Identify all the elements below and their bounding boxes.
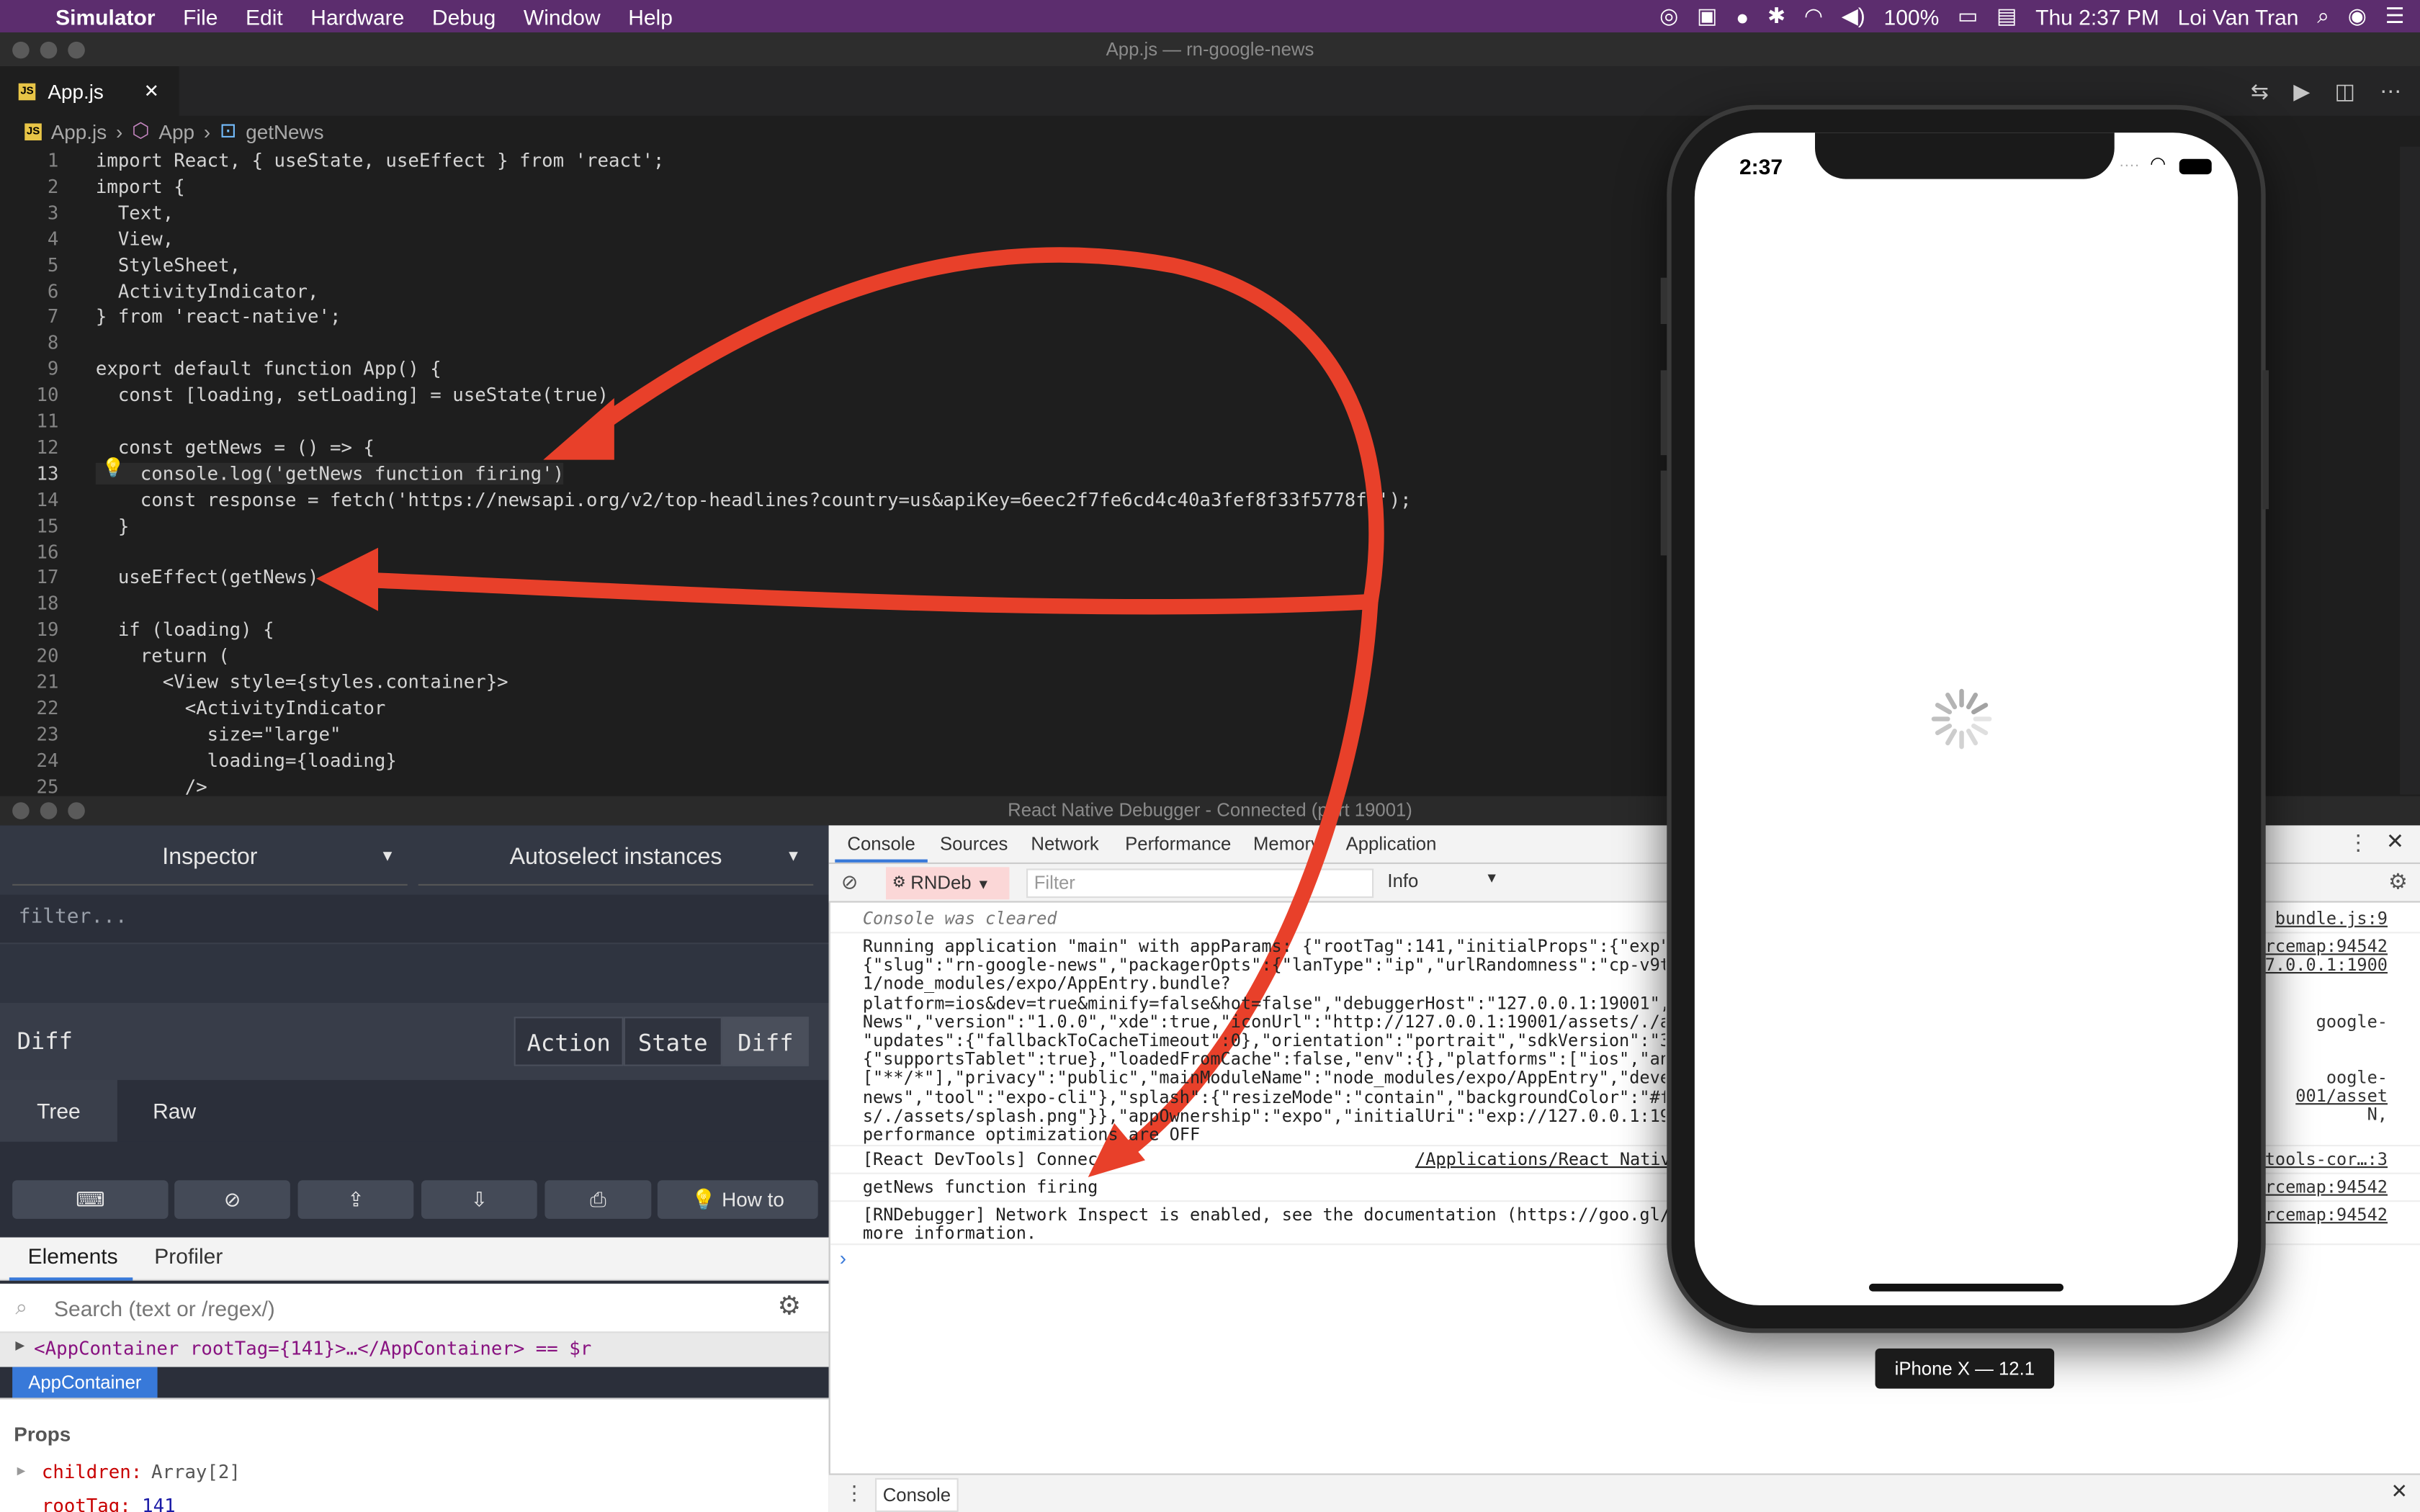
console-line: s/./assets/splash.png"}},"appOwnership":… — [862, 1105, 1666, 1126]
arrow-to-console-log — [578, 247, 1384, 610]
arrow-head-icon — [543, 397, 614, 460]
console-line: {"slug":"rn-google-news","packagerOpts":… — [862, 955, 1665, 976]
console-line: performance optimizations are OFF — [862, 1125, 1201, 1145]
console-line: 1/node_modules/expo/AppEntry.bundle? — [862, 973, 1231, 994]
annotation-arrows — [316, 247, 1384, 1177]
arrow-to-useeffect — [362, 572, 1379, 615]
console-line: news","tool":"expo-cli"},"splash":{"resi… — [862, 1086, 1666, 1107]
console-line: "updates":{"fallbackToCacheTimeout":0},"… — [862, 1030, 1666, 1051]
console-line: ["**/*"],"privacy":"public","mainModuleN… — [862, 1068, 1666, 1089]
console-line: Running application "main" with appParam… — [862, 936, 1666, 957]
console-line: platform=ios&dev=true&minify=false&hot=f… — [862, 993, 1665, 1013]
arrow-head-icon — [316, 547, 378, 611]
console-line: {"supportsTablet":true},"loadedFromCache… — [862, 1049, 1666, 1070]
console-line: News","version":"1.0.0","xde":true,"icon… — [862, 1012, 1666, 1032]
